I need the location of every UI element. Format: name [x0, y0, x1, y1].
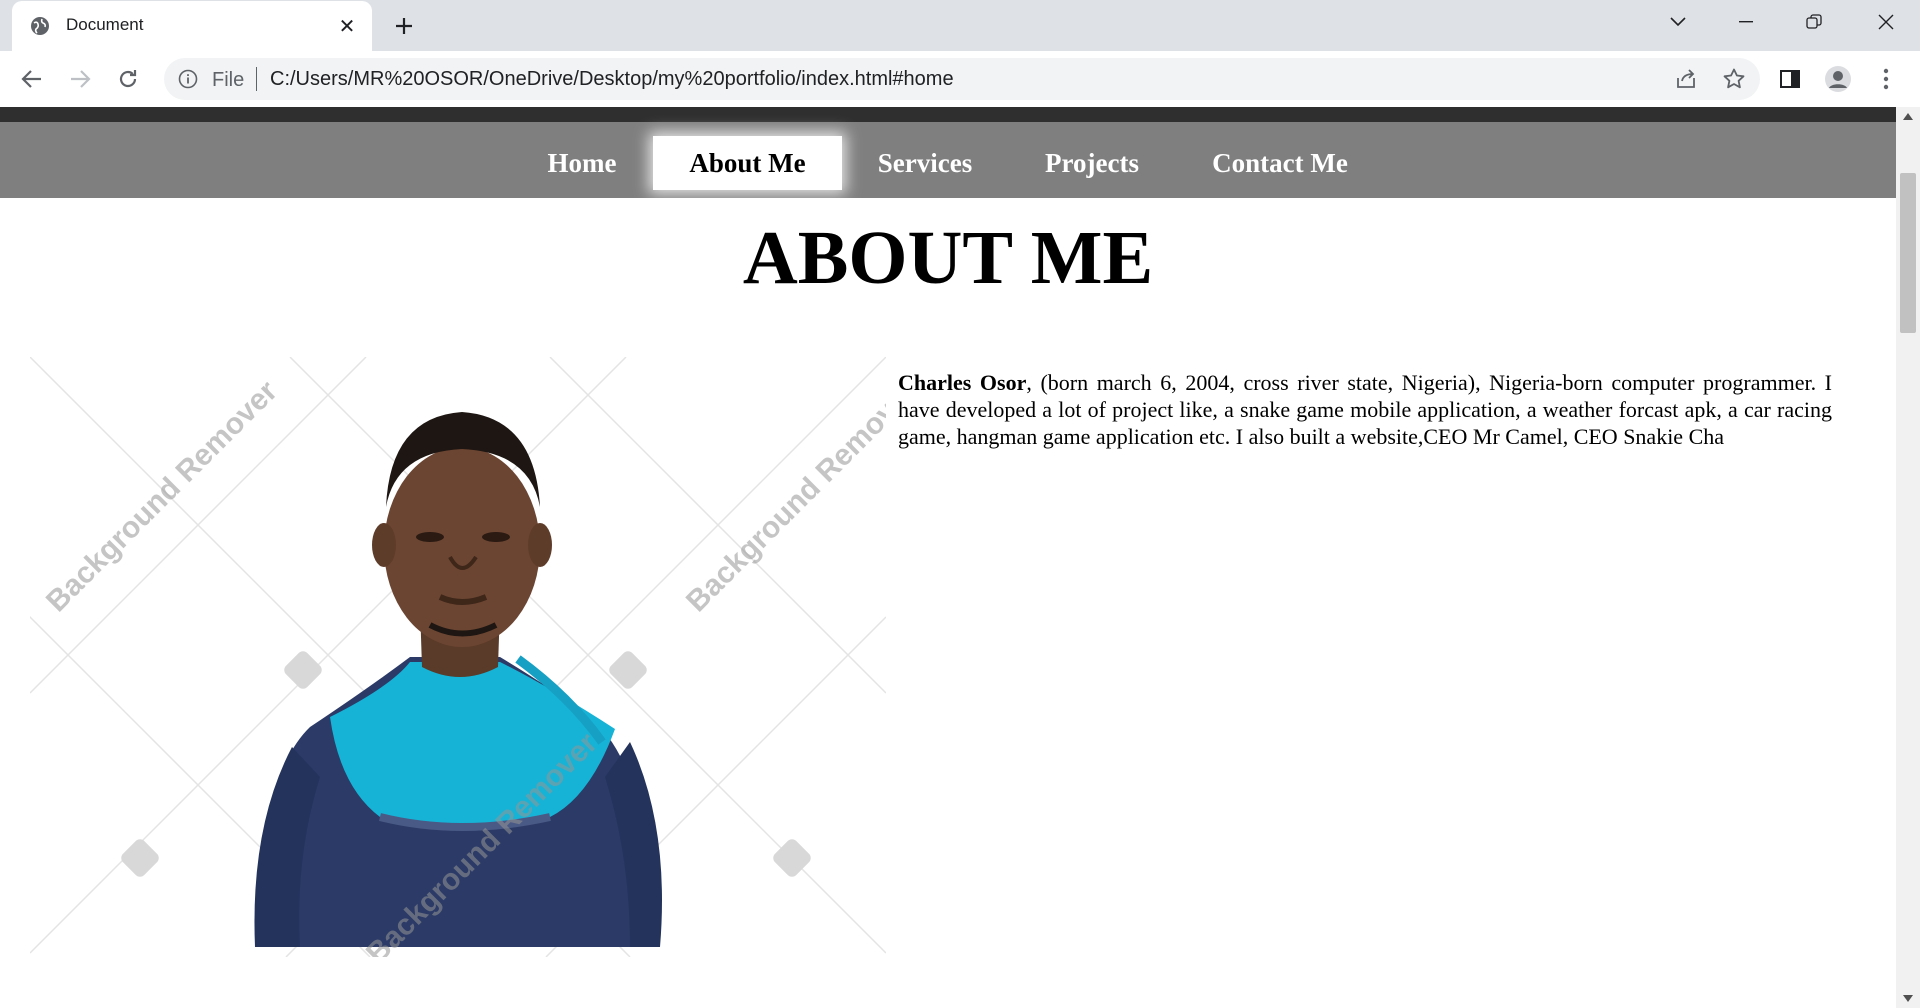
page-viewport: Home About Me Services Projects Contact …: [0, 107, 1896, 1008]
more-menu-icon[interactable]: [1866, 59, 1906, 99]
about-bio: Charles Osor, (born march 6, 2004, cross…: [898, 369, 1832, 450]
nav-projects[interactable]: Projects: [1028, 136, 1156, 190]
profile-photo: Background Remover Background Remover Ba…: [30, 357, 886, 957]
about-heading: ABOUT ME: [742, 216, 1154, 300]
scroll-thumb[interactable]: [1900, 173, 1916, 333]
side-panel-icon[interactable]: [1770, 59, 1810, 99]
back-icon[interactable]: [12, 59, 52, 99]
forward-icon[interactable]: [60, 59, 100, 99]
author-name: Charles Osor: [898, 370, 1027, 395]
browser-tab[interactable]: Document ✕: [12, 1, 372, 51]
scroll-up-arrow-icon[interactable]: [1903, 113, 1913, 120]
scroll-down-arrow-icon[interactable]: [1903, 995, 1913, 1002]
scheme-label: File: [212, 69, 245, 91]
tab-strip: Document ✕: [0, 0, 1920, 51]
url-text[interactable]: C:/Users/MR%20OSOR/OneDrive/Desktop/my%2…: [270, 68, 954, 91]
nav-services[interactable]: Services: [858, 136, 992, 190]
nav-home[interactable]: Home: [520, 136, 644, 190]
minimize-icon[interactable]: [1712, 0, 1780, 44]
tab-search-icon[interactable]: [1644, 0, 1712, 44]
reload-icon[interactable]: [108, 59, 148, 99]
omnibox-divider: [256, 67, 257, 91]
info-icon[interactable]: [178, 69, 198, 89]
nav-about-me[interactable]: About Me: [653, 136, 842, 190]
address-bar[interactable]: File C:/Users/MR%20OSOR/OneDrive/Desktop…: [164, 58, 1760, 100]
tab-title: Document: [66, 15, 144, 34]
browser-toolbar: File C:/Users/MR%20OSOR/OneDrive/Desktop…: [0, 51, 1920, 107]
new-tab-icon[interactable]: [390, 12, 418, 40]
bookmark-star-icon[interactable]: [1722, 67, 1746, 91]
profile-avatar-icon[interactable]: [1818, 59, 1858, 99]
nav-contact-me[interactable]: Contact Me: [1196, 136, 1364, 190]
close-window-icon[interactable]: [1852, 0, 1920, 44]
share-icon[interactable]: [1674, 67, 1698, 91]
globe-icon: [31, 17, 49, 35]
restore-icon[interactable]: [1780, 0, 1848, 44]
bio-text: , (born march 6, 2004, cross river state…: [898, 370, 1832, 449]
close-tab-icon[interactable]: ✕: [336, 15, 358, 38]
page-scrollbar[interactable]: [1896, 107, 1920, 1008]
site-navbar: Home About Me Services Projects Contact …: [0, 107, 1896, 198]
